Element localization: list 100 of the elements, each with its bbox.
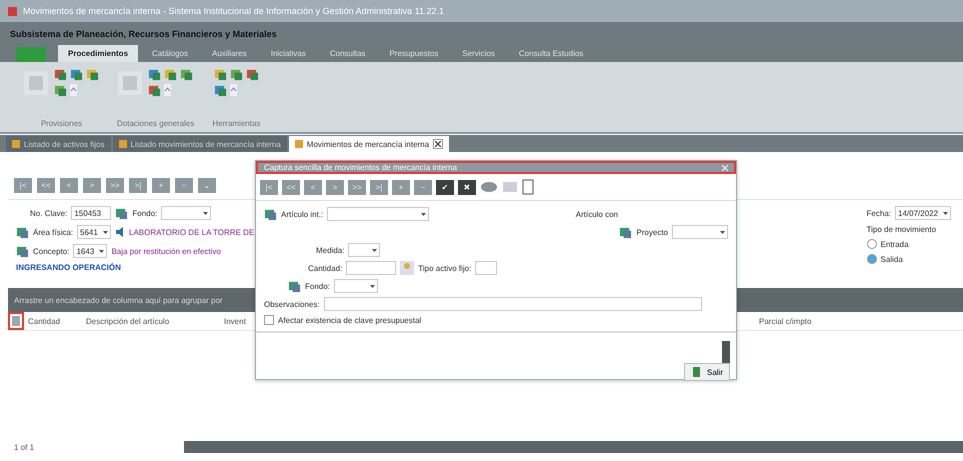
nav-button[interactable]: << [282,180,300,194]
tool-icon [86,68,99,81]
nav-button[interactable]: > [83,178,101,193]
nav-button[interactable]: ✖ [458,180,476,194]
nav-button[interactable]: − [175,178,193,193]
window-title: Movimientos de mercancía interna - Sistema Institucional de Información y Gestión Administrativa 11.22.1 [23,6,444,16]
radio-button[interactable] [866,239,877,249]
radio-button[interactable] [866,254,877,264]
dropdown-field[interactable] [334,279,378,293]
nav-button[interactable]: < [304,180,322,194]
caret-icon [720,230,725,234]
scroll-bar[interactable] [184,441,963,453]
tool-icon [214,84,227,97]
checkbox[interactable] [264,315,274,325]
column-header[interactable]: Descripción del artículo [86,316,224,326]
lookup-icon [619,226,632,238]
tool-icon [70,68,83,81]
nav-button[interactable]: >| [129,178,147,193]
ribbon-tab[interactable]: Procedimientos [58,45,138,62]
dropdown-field[interactable] [348,243,380,257]
scroll-bar[interactable] [722,341,730,363]
input-field[interactable] [346,261,396,275]
nav-button[interactable]: < [60,178,78,193]
ribbon-tab[interactable]: Iniciativas [260,45,316,62]
document-icon[interactable] [522,179,534,195]
tool-icon [148,84,162,97]
large-tool-icon[interactable] [118,70,142,94]
document-tab[interactable]: Listado movimientos de mercancía interna [112,136,287,152]
field-label: Medida: [316,246,344,254]
speaker-icon [115,227,126,237]
document-tab[interactable]: Listado de activos fijos [6,136,110,152]
ribbon-tab[interactable]: Presupuestos [379,45,448,62]
column-header[interactable]: Cantidad [28,316,86,326]
ribbon-tab[interactable]: Consulta Estudios [508,45,594,62]
dropdown-field[interactable]: 5641 [77,225,112,239]
column-chooser-icon[interactable] [10,314,22,328]
concepto-name: Baja por restitución en efectivo [111,246,221,256]
field-label: Fecha: [866,208,891,218]
caret-icon [99,250,104,252]
nav-button[interactable]: >> [106,178,124,193]
dropdown-field[interactable] [161,206,212,220]
ribbon-tab[interactable]: Catálogos [142,45,198,62]
radio-label: Entrada [880,240,909,248]
ribbon-tab[interactable]: Consultas [320,45,376,62]
nav-button[interactable]: |< [260,180,278,194]
document-tab[interactable]: Movimientos de mercancía interna [288,136,450,152]
nav-button[interactable]: + [392,180,410,194]
nav-button[interactable]: ⌄ [198,178,216,193]
caret-icon [103,230,108,234]
tool-icon [54,84,67,97]
tool-icon [246,68,259,81]
document-icon [12,140,20,148]
tab-label: Listado movimientos de mercancía interna [130,140,281,148]
nav-button[interactable]: >> [348,180,366,194]
nav-button[interactable]: ✔ [436,180,454,194]
tool-icon [180,68,194,81]
lookup-icon [16,244,29,258]
nav-button[interactable]: |< [14,178,32,193]
input-field[interactable] [475,261,498,275]
dialog-title: Captura sencilla de movimientos de mercancía interna [264,163,457,172]
document-icon [294,140,303,148]
nav-button[interactable]: + [152,178,170,193]
ribbon-tab[interactable]: Auxiliares [202,45,257,62]
nav-button[interactable]: >| [370,180,388,194]
group-label: Tipo de movimiento [866,225,936,234]
tab-label: Movimientos de mercancía interna [306,140,430,148]
app-icon [8,6,17,16]
nav-button[interactable]: > [326,180,344,194]
dropdown-field[interactable]: 1643 [73,244,108,258]
door-icon [690,366,703,378]
tool-icon [214,68,227,81]
group-label: Herramientas [212,119,260,128]
tool-icon [230,68,243,81]
column-header[interactable]: Parcial c/impto [759,316,859,326]
field-label: Tipo activo fijo: [418,264,472,272]
field-label: Proyecto [636,228,668,236]
radio-label: Salida [880,254,903,264]
input-field[interactable]: 150453 [71,206,112,220]
lookup-icon [115,206,128,220]
large-tool-icon[interactable] [24,70,48,94]
field-label: Artículo con [576,210,618,218]
nav-button[interactable]: − [414,180,432,194]
date-field[interactable]: 14/07/2022 [895,206,951,220]
nav-button[interactable]: << [37,178,55,193]
ribbon-tab[interactable]: Servicios [452,45,505,62]
group-label: Dotaciones generales [117,119,194,128]
tool-icon [54,68,67,81]
comment-icon[interactable] [480,180,498,194]
lookup-icon [16,226,29,238]
caret-icon [943,212,948,214]
dropdown-field[interactable] [327,207,430,221]
caret-icon [421,212,426,216]
lookup-icon [264,208,277,220]
area-name: LABORATORIO DE LA TORRE DE [129,228,254,236]
input-field[interactable] [324,297,702,311]
logo-icon[interactable] [16,47,46,62]
tab-label: Listado de activos fijos [24,140,104,148]
exit-button[interactable]: Salir [684,363,730,381]
dropdown-field[interactable] [672,225,728,239]
field-label: Fondo: [305,282,330,290]
